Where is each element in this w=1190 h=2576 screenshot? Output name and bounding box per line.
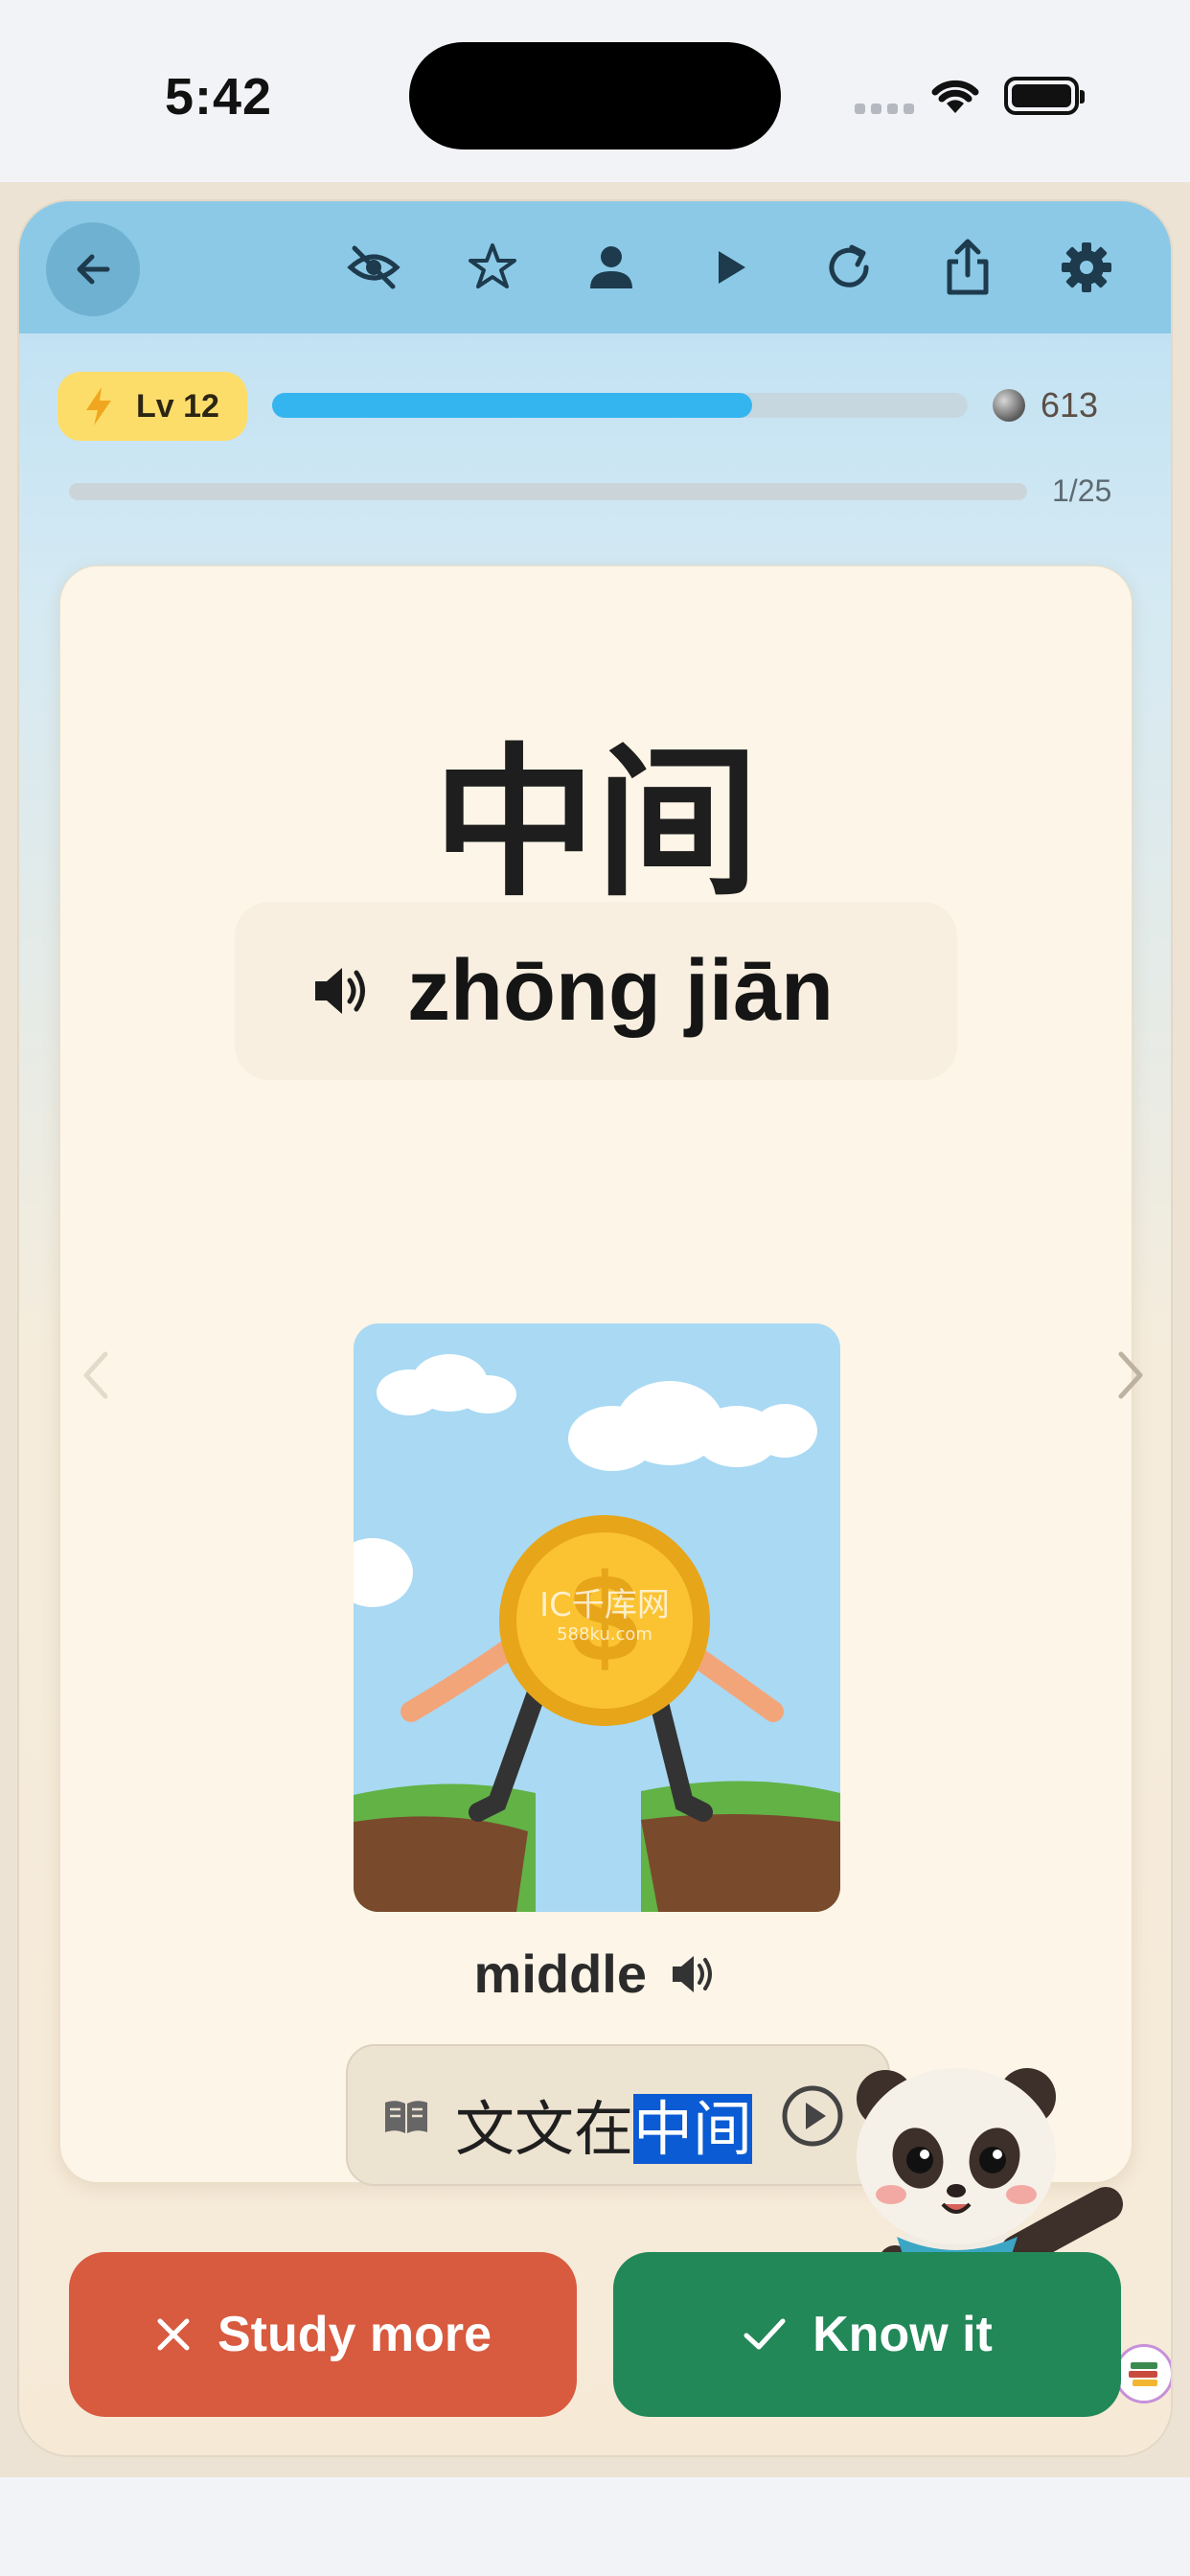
check-icon [744, 2318, 786, 2350]
toolbar [19, 201, 1171, 334]
xp-bar [272, 393, 968, 418]
person-icon [590, 246, 632, 288]
pinyin-speaker-icon[interactable] [311, 963, 371, 1019]
wifi-icon [931, 80, 979, 113]
mini-badge[interactable] [1114, 2344, 1171, 2404]
play-circle-icon[interactable] [781, 2084, 844, 2148]
lightning-icon [86, 387, 111, 426]
eye-off-icon [347, 245, 400, 289]
star-icon [469, 243, 516, 288]
refresh-icon [829, 244, 869, 288]
favorite-button[interactable] [462, 237, 523, 298]
profile-button[interactable] [581, 237, 642, 298]
battery-icon [1004, 77, 1085, 115]
xp-bar-fill [272, 393, 752, 418]
back-arrow-icon [77, 254, 110, 285]
meaning-speaker-icon[interactable] [670, 1952, 718, 1996]
watermark-subtext: 588ku.com [557, 1624, 652, 1644]
play-icon [719, 251, 745, 284]
status-time: 5:42 [165, 68, 273, 126]
back-button[interactable] [46, 222, 140, 316]
example-sentence[interactable]: 文文在中间 [346, 2044, 890, 2186]
close-icon [157, 2318, 190, 2351]
books-icon [1129, 2362, 1157, 2386]
deck-progress-bar [69, 483, 1027, 500]
coin-count: 613 [1041, 385, 1099, 425]
previous-card-icon[interactable] [77, 1346, 115, 1404]
card-counter: 1/25 [1052, 473, 1112, 508]
status-bar: 5:42 [0, 0, 1190, 182]
study-more-button[interactable]: Study more [69, 2252, 577, 2417]
level-badge: Lv 12 [57, 372, 247, 441]
autoplay-button[interactable] [699, 237, 761, 298]
hanzi-text: 中间 [432, 729, 759, 919]
meaning-text: middle [473, 1944, 647, 2004]
hide-button[interactable] [343, 237, 404, 298]
dynamic-island [409, 42, 781, 150]
gear-icon [1062, 242, 1111, 292]
book-icon [385, 2101, 427, 2133]
know-it-label: Know it [812, 2307, 993, 2362]
study-screen: Lv 12 613 1/25 中间 zhōng jiān $ IC千库网 588… [19, 201, 1171, 2455]
flashcard[interactable]: 中间 zhōng jiān $ IC千库网 588ku.com middle 文… [59, 565, 1133, 2186]
word-illustration: $ IC千库网 588ku.com [354, 1323, 840, 1912]
refresh-button[interactable] [818, 237, 880, 298]
example-highlight: 中间 [633, 2094, 753, 2164]
study-more-label: Study more [217, 2307, 492, 2362]
meaning-row: middle [60, 1943, 1132, 2005]
pinyin-text: zhōng jiān [407, 943, 834, 1039]
share-icon [947, 239, 989, 295]
settings-button[interactable] [1056, 237, 1117, 298]
pinyin-box: zhōng jiān [235, 902, 957, 1080]
share-button[interactable] [937, 237, 998, 298]
coin-icon [993, 389, 1025, 422]
watermark-text: IC千库网 [539, 1586, 670, 1624]
know-it-button[interactable]: Know it [613, 2252, 1121, 2417]
level-label: Lv 12 [136, 388, 219, 425]
example-text-before: 文文在 [455, 2094, 634, 2164]
cellular-signal-icon [855, 104, 914, 117]
example-text: 文文在中间 [455, 2081, 753, 2167]
home-indicator-area [0, 2477, 1190, 2576]
next-card-icon[interactable] [1111, 1346, 1150, 1404]
